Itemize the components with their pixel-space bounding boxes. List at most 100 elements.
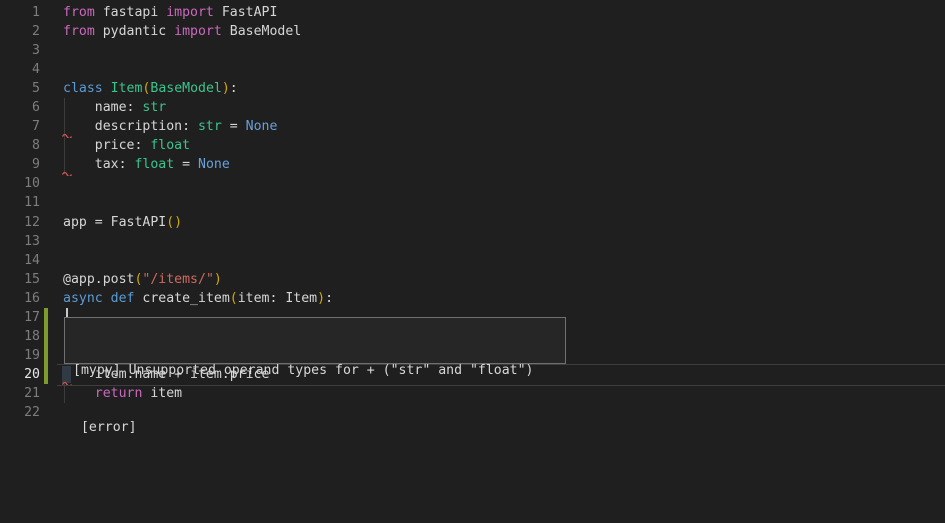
line-number[interactable]: 11 [0,195,40,210]
code-text: from fastapi import FastAPI [63,5,277,20]
gutter-spacer [44,22,48,41]
token: pydantic [95,24,174,39]
token: = [222,119,246,134]
token [103,291,111,306]
diagnostic-tooltip: [mypy] Unsupported operand types for + (… [64,317,566,364]
gutter-spacer [44,98,48,117]
token: def [111,291,135,306]
line-number[interactable]: 12 [0,215,40,230]
git-change-bar [44,365,48,384]
token: float [134,157,174,172]
code-line-7[interactable]: 7 description: str = None [0,117,945,136]
code-line-9[interactable]: 9 tax: float = None [0,155,945,174]
token: name: [63,100,142,115]
token: () [166,215,182,230]
gutter-spacer [44,403,48,422]
token: ) [214,272,222,287]
diagnostic-message: [mypy] Unsupported operand types for + (… [73,361,557,380]
code-text: name: str [63,100,166,115]
code-line-4[interactable]: 4 [0,60,945,79]
code-line-3[interactable]: 3 [0,41,945,60]
token [103,81,111,96]
token: app = FastAPI [63,215,166,230]
code-line-12[interactable]: 12 app = FastAPI() [0,213,945,232]
line-number[interactable]: 3 [0,43,40,58]
code-text: price: float [63,138,190,153]
token: async [63,291,103,306]
line-number[interactable]: 10 [0,176,40,191]
token: item: Item [238,291,317,306]
line-number[interactable]: 20 [0,367,40,382]
token: Item [111,81,143,96]
token: FastAPI [214,5,278,20]
code-line-10[interactable]: 10 [0,174,945,193]
line-number[interactable]: 8 [0,138,40,153]
token: from [63,24,95,39]
line-number[interactable]: 13 [0,234,40,249]
indent-guide [64,98,65,117]
line-number[interactable]: 17 [0,310,40,325]
token: ) [222,81,230,96]
code-text: async def create_item(item: Item): [63,291,333,306]
code-line-2[interactable]: 2 from pydantic import BaseModel [0,22,945,41]
line-number[interactable]: 9 [0,157,40,172]
line-number[interactable]: 22 [0,405,40,420]
token: ) [317,291,325,306]
git-change-bar [44,346,48,365]
line-number[interactable]: 2 [0,24,40,39]
code-line-16[interactable]: 16 async def create_item(item: Item): [0,289,945,308]
gutter-spacer [44,174,48,193]
line-number[interactable]: 14 [0,253,40,268]
token: price: [63,138,150,153]
code-line-13[interactable]: 13 [0,232,945,251]
code-line-5[interactable]: 5 class Item(BaseModel): [0,79,945,98]
indent-guide [64,136,65,155]
line-number[interactable]: 6 [0,100,40,115]
gutter-spacer [44,60,48,79]
token: ( [230,291,238,306]
token: str [198,119,222,134]
code-text: @app.post("/items/") [63,272,222,287]
code-line-11[interactable]: 11 [0,193,945,212]
gutter-spacer [44,251,48,270]
token: create_item [134,291,229,306]
code-text: class Item(BaseModel): [63,81,238,96]
token: = [174,157,198,172]
code-text: tax: float = None [63,157,230,172]
gutter-spacer [44,193,48,212]
token: None [198,157,230,172]
line-number[interactable]: 15 [0,272,40,287]
line-number[interactable]: 1 [0,5,40,20]
code-line-8[interactable]: 8 price: float [0,136,945,155]
code-line-6[interactable]: 6 name: str [0,98,945,117]
token: description: [63,119,198,134]
token: import [166,5,214,20]
token: from [63,5,95,20]
line-number[interactable]: 4 [0,62,40,77]
gutter-spacer [44,155,48,174]
line-number[interactable]: 18 [0,329,40,344]
line-number[interactable]: 5 [0,81,40,96]
token: class [63,81,103,96]
diagnostic-severity: [error] [73,418,557,437]
gutter-spacer [44,213,48,232]
line-number[interactable]: 7 [0,119,40,134]
code-text: from pydantic import BaseModel [63,24,301,39]
token: str [142,100,166,115]
code-line-14[interactable]: 14 [0,251,945,270]
token: "/items/" [142,272,213,287]
gutter-spacer [44,41,48,60]
code-line-1[interactable]: 1 from fastapi import FastAPI [0,3,945,22]
line-number[interactable]: 21 [0,386,40,401]
token: : [325,291,333,306]
line-number[interactable]: 19 [0,348,40,363]
git-change-bar [44,308,48,327]
line-number[interactable]: 16 [0,291,40,306]
code-line-15[interactable]: 15 @app.post("/items/") [0,270,945,289]
gutter-spacer [44,289,48,308]
token: fastapi [95,5,166,20]
token: BaseModel [150,81,221,96]
gutter-spacer [44,3,48,22]
gutter-spacer [44,117,48,136]
code-text: description: str = None [63,119,277,134]
